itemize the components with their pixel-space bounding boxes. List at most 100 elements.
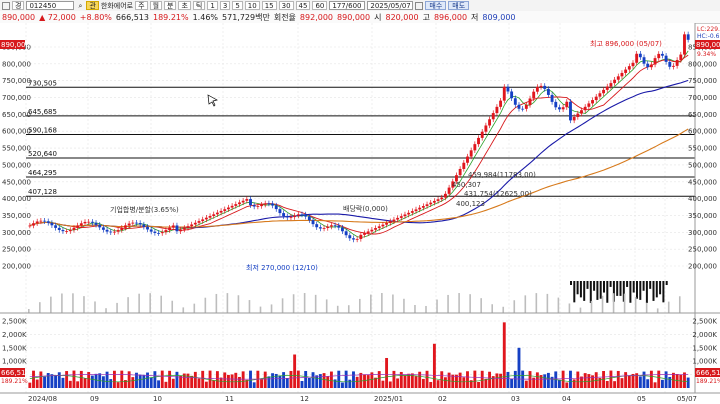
- volume-bar: [263, 371, 267, 388]
- candle-body: [466, 156, 469, 163]
- candle-body: [635, 53, 639, 63]
- price-panel[interactable]: [0, 23, 695, 313]
- stock-chart[interactable]: 730,505 645,685 590,168 520,640 464,295 407,1…: [0, 23, 720, 404]
- candle-body: [105, 229, 109, 232]
- volume-bar: [558, 379, 561, 388]
- price-badge-right-text: 890,000: [696, 41, 720, 49]
- indicator-bar: [599, 281, 602, 299]
- candle-body: [613, 79, 617, 84]
- candle-body: [98, 224, 102, 228]
- volume-bar: [480, 370, 484, 388]
- gray-indicator-bar: [579, 307, 582, 313]
- candle-body: [407, 212, 411, 215]
- flag-label[interactable]: 관: [86, 1, 99, 10]
- period-month-button[interactable]: 월: [149, 1, 163, 10]
- period-second-button[interactable]: 초: [178, 1, 191, 10]
- volume-bar: [278, 375, 282, 388]
- count-input[interactable]: 177/600: [329, 1, 366, 10]
- price-tick-label: 350,000: [688, 212, 717, 220]
- candle-body: [285, 216, 289, 218]
- volume-bar: [252, 382, 256, 388]
- sell-button[interactable]: 매도: [448, 1, 470, 10]
- volume-bars: [28, 322, 690, 388]
- volume-bar: [396, 378, 400, 388]
- volume-badge-left-pct: 189.21%: [1, 378, 28, 385]
- candle-body: [149, 229, 153, 232]
- minute-45-button[interactable]: 45: [295, 1, 311, 10]
- indicator-bar: [649, 281, 652, 289]
- menu-icon[interactable]: [2, 1, 10, 10]
- gray-indicator-bar: [138, 293, 140, 313]
- x-tick-label: 2024/08: [28, 395, 57, 403]
- x-tick-label: 12: [300, 395, 309, 403]
- candle-body: [418, 207, 422, 210]
- candle-body: [234, 204, 238, 206]
- volume-bar: [120, 370, 124, 388]
- minute-1-button[interactable]: 1: [207, 1, 218, 10]
- volume-bar: [425, 370, 429, 388]
- gray-indicator-bar: [193, 303, 196, 313]
- end-value: 809,000: [482, 12, 516, 22]
- period-week-button[interactable]: 주: [135, 1, 148, 10]
- volume-bar: [513, 370, 517, 388]
- volume-bar: [381, 380, 385, 388]
- minute-60-button[interactable]: 60: [312, 1, 328, 10]
- indicator-bar: [639, 281, 642, 300]
- search-icon[interactable]: ⌕: [76, 2, 84, 10]
- candle-body: [521, 108, 525, 110]
- volume-bar: [142, 374, 146, 388]
- period-tick-button[interactable]: 틱: [192, 1, 206, 10]
- stock-code-input[interactable]: 012450: [26, 1, 75, 10]
- candle-body: [296, 214, 300, 216]
- candle-body: [410, 211, 414, 213]
- volume-bar: [583, 373, 587, 388]
- volume-bar: [138, 374, 142, 388]
- candle-body: [543, 85, 547, 89]
- candle-body: [333, 225, 337, 227]
- candle-body: [204, 217, 208, 220]
- candle-body: [50, 222, 54, 226]
- candle-body: [329, 225, 333, 227]
- calendar-icon[interactable]: [415, 1, 424, 10]
- candle-body: [46, 221, 50, 223]
- gray-indicator-bar: [28, 309, 30, 313]
- volume-bar: [392, 370, 396, 388]
- minute-5-button[interactable]: 5: [232, 1, 243, 10]
- volume-bar: [477, 381, 480, 388]
- gray-indicator-bar: [645, 302, 648, 313]
- buy-button[interactable]: 매수: [425, 1, 447, 10]
- price-tick-label: 800,000: [688, 60, 717, 68]
- gray-indicator-bar: [557, 297, 560, 313]
- volume-bar: [57, 372, 61, 388]
- candle-body: [28, 225, 32, 227]
- price-tick-label-left: 300,000: [2, 229, 31, 237]
- x-tick-label: 02: [438, 395, 447, 403]
- volume-badge-right-text: 666,513: [696, 369, 720, 377]
- volume-bar: [352, 371, 355, 388]
- candle-body: [480, 131, 484, 138]
- gray-indicator-bar: [359, 298, 361, 313]
- minute-3-button[interactable]: 3: [219, 1, 231, 10]
- volume-badge-left-text: 666,513: [1, 369, 30, 377]
- candle-body: [190, 224, 194, 227]
- volume-bar: [638, 376, 642, 388]
- minute-10-button[interactable]: 10: [244, 1, 260, 10]
- low-value: 820,000: [385, 12, 419, 22]
- period-select[interactable]: 경: [12, 1, 25, 10]
- candle-body: [175, 225, 179, 232]
- minute-15-button[interactable]: 15: [261, 1, 277, 10]
- stock-name[interactable]: 한화에어로: [101, 1, 133, 11]
- volume-bar: [186, 373, 190, 388]
- rotation-label: 회전율: [273, 12, 296, 22]
- candle-body: [359, 234, 363, 239]
- period-minute-button[interactable]: 분: [164, 1, 177, 10]
- volume-bar: [546, 372, 550, 388]
- minute-30-button[interactable]: 30: [278, 1, 294, 10]
- x-tick-label: 09: [90, 395, 99, 403]
- volume-bar: [72, 370, 76, 388]
- volume-bar: [473, 370, 477, 388]
- candle-body: [182, 227, 186, 230]
- candle-body: [124, 225, 127, 228]
- x-tick-label: 04: [562, 395, 571, 403]
- date-input[interactable]: 2025/05/07: [367, 1, 414, 10]
